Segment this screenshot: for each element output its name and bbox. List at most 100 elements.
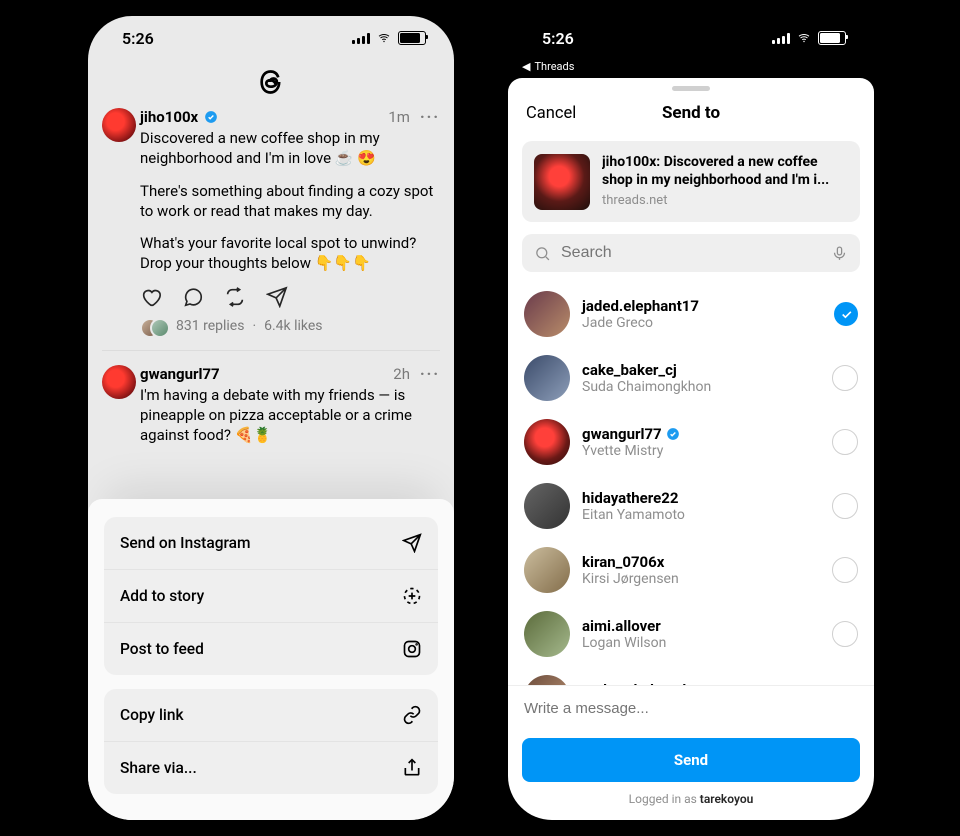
recipient-row[interactable]: gwangurl77 Yvette Mistry bbox=[522, 410, 860, 474]
avatar[interactable] bbox=[102, 365, 136, 399]
recipient-row[interactable]: kiran_0706xKirsi Jørgensen bbox=[522, 538, 860, 602]
recipient-username: cake_baker_cj bbox=[582, 361, 820, 379]
share-group-primary: Send on Instagram Add to story Post to f… bbox=[104, 517, 438, 675]
post-body: I'm having a debate with my friends — is… bbox=[140, 383, 440, 446]
post-age: 2h bbox=[393, 365, 410, 383]
search-input[interactable] bbox=[559, 243, 823, 263]
recipient-username: aimi.allover bbox=[582, 617, 820, 635]
post-stats[interactable]: 831 replies · 6.4k likes bbox=[140, 316, 440, 336]
share-group-secondary: Copy link Share via... bbox=[104, 689, 438, 794]
recipient-list[interactable]: jaded.elephant17Jade Grecocake_baker_cjS… bbox=[508, 278, 874, 685]
logged-in-user: tarekoyou bbox=[700, 792, 754, 806]
verified-badge-icon bbox=[666, 427, 680, 441]
verified-badge-icon bbox=[204, 110, 218, 124]
post-username[interactable]: gwangurl77 bbox=[140, 365, 220, 383]
mic-icon[interactable] bbox=[831, 245, 848, 262]
link-icon bbox=[402, 705, 422, 725]
preview-source: threads.net bbox=[602, 193, 848, 210]
recipient-row[interactable]: jaded.elephant17Jade Greco bbox=[522, 282, 860, 346]
preview-text: jiho100x: Discovered a new coffee shop i… bbox=[602, 153, 848, 189]
cancel-button[interactable]: Cancel bbox=[526, 104, 576, 123]
sheet-header: Cancel Send to bbox=[508, 93, 874, 133]
app-header bbox=[88, 60, 454, 108]
share-row-label: Post to feed bbox=[120, 640, 204, 658]
battery-icon bbox=[818, 31, 846, 45]
post-body: Discovered a new coffee shop in my neigh… bbox=[140, 126, 440, 274]
select-toggle[interactable] bbox=[832, 621, 858, 647]
post-menu-button[interactable]: ··· bbox=[420, 365, 440, 383]
share-row-label: Send on Instagram bbox=[120, 534, 251, 552]
share-send-instagram[interactable]: Send on Instagram bbox=[104, 517, 438, 569]
status-bar: 5:26 bbox=[508, 16, 874, 60]
recipient-fullname: Suda Chaimongkhon bbox=[582, 379, 820, 396]
recipient-fullname: Logan Wilson bbox=[582, 635, 820, 652]
send-to-sheet: Cancel Send to jiho100x: Discovered a ne… bbox=[508, 78, 874, 820]
recipient-username: gwangurl77 bbox=[582, 425, 820, 443]
select-toggle[interactable] bbox=[832, 429, 858, 455]
status-bar: 5:26 bbox=[88, 16, 454, 60]
avatar bbox=[524, 547, 570, 593]
status-icons bbox=[352, 31, 426, 45]
avatar[interactable] bbox=[102, 108, 136, 142]
avatar bbox=[524, 675, 570, 685]
avatar bbox=[524, 291, 570, 337]
send-button[interactable]: Send bbox=[522, 738, 860, 782]
message-input[interactable] bbox=[522, 699, 864, 718]
post-age: 1m bbox=[388, 108, 410, 126]
post-menu-button[interactable]: ··· bbox=[420, 108, 440, 126]
recipient-fullname: Eitan Yamamoto bbox=[582, 507, 820, 524]
status-time: 5:26 bbox=[542, 29, 574, 48]
avatar bbox=[524, 483, 570, 529]
comment-icon[interactable] bbox=[182, 286, 204, 308]
like-icon[interactable] bbox=[140, 286, 162, 308]
instagram-icon bbox=[402, 639, 422, 659]
status-time: 5:26 bbox=[122, 29, 154, 48]
recipient-row[interactable]: hidayathere22Eitan Yamamoto bbox=[522, 474, 860, 538]
recipient-row[interactable]: cake_baker_cjSuda Chaimongkhon bbox=[522, 346, 860, 410]
wifi-icon bbox=[376, 32, 392, 44]
send-icon bbox=[402, 533, 422, 553]
share-row-label: Add to story bbox=[120, 587, 204, 605]
post-actions bbox=[140, 282, 440, 316]
select-toggle[interactable] bbox=[834, 302, 858, 326]
recipient-fullname: Yvette Mistry bbox=[582, 443, 820, 460]
feed-post[interactable]: jiho100x 1m ··· Discovered a new coffee … bbox=[102, 108, 440, 350]
share-add-to-story[interactable]: Add to story bbox=[104, 569, 438, 622]
status-icons bbox=[772, 31, 846, 45]
recipient-fullname: Jade Greco bbox=[582, 315, 822, 332]
share-post-to-feed[interactable]: Post to feed bbox=[104, 622, 438, 675]
like-count: 6.4k likes bbox=[264, 318, 322, 334]
share-via[interactable]: Share via... bbox=[104, 741, 438, 794]
battery-icon bbox=[398, 31, 426, 45]
back-to-app[interactable]: ◀︎ Threads bbox=[508, 60, 874, 77]
reply-count: 831 replies bbox=[176, 318, 244, 334]
preview-thumbnail bbox=[534, 154, 590, 210]
feed[interactable]: jiho100x 1m ··· Discovered a new coffee … bbox=[88, 108, 454, 467]
threads-logo-icon[interactable] bbox=[257, 68, 285, 96]
add-story-icon bbox=[402, 586, 422, 606]
select-toggle[interactable] bbox=[832, 493, 858, 519]
phone-threads: 5:26 jiho100x 1m ··· Discovered a new bbox=[88, 16, 454, 820]
select-toggle[interactable] bbox=[832, 365, 858, 391]
message-composer[interactable] bbox=[508, 685, 874, 728]
recipient-fullname: Kirsi Jørgensen bbox=[582, 571, 820, 588]
search-field[interactable] bbox=[522, 234, 860, 272]
recipient-row[interactable]: endoatthebeachAlexa Smith bbox=[522, 666, 860, 685]
repost-icon[interactable] bbox=[224, 286, 246, 308]
recipient-username: kiran_0706x bbox=[582, 553, 820, 571]
share-copy-link[interactable]: Copy link bbox=[104, 689, 438, 741]
select-toggle[interactable] bbox=[832, 557, 858, 583]
share-preview: jiho100x: Discovered a new coffee shop i… bbox=[522, 141, 860, 222]
avatar bbox=[524, 611, 570, 657]
search-icon bbox=[534, 245, 551, 262]
wifi-icon bbox=[796, 32, 812, 44]
repliers-avatars bbox=[140, 316, 168, 336]
avatar bbox=[524, 419, 570, 465]
sheet-title: Send to bbox=[662, 103, 720, 123]
recipient-row[interactable]: aimi.alloverLogan Wilson bbox=[522, 602, 860, 666]
post-username[interactable]: jiho100x bbox=[140, 108, 198, 126]
drag-handle[interactable] bbox=[672, 86, 710, 91]
send-icon[interactable] bbox=[266, 286, 288, 308]
share-sheet: Send on Instagram Add to story Post to f… bbox=[88, 499, 454, 820]
feed-post[interactable]: gwangurl77 2h ··· I'm having a debate wi… bbox=[102, 350, 440, 468]
